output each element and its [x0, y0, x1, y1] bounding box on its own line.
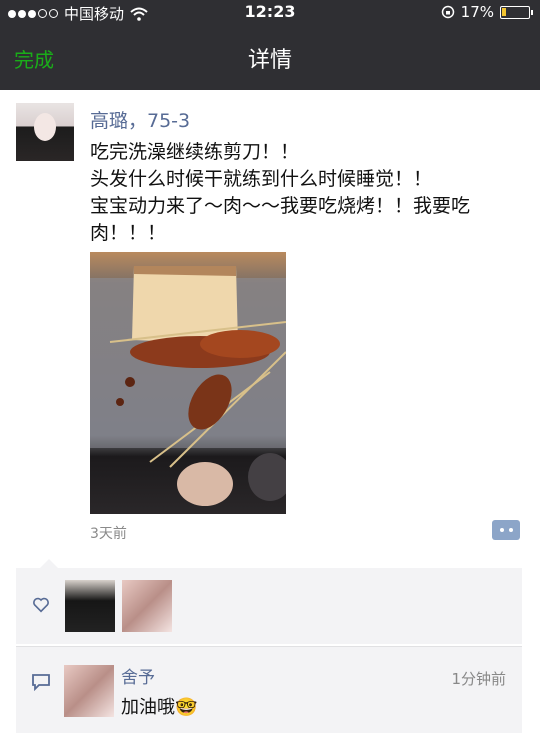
heart-icon: [33, 597, 49, 613]
post-time: 3天前: [90, 526, 127, 542]
battery-level: [502, 7, 506, 16]
status-bar: 中国移动 12:23 17%: [0, 0, 540, 24]
post-photo[interactable]: [90, 252, 286, 514]
post-text: 吃完洗澡继续练剪刀！！ 头发什么时候干就练到什么时候睡觉！！ 宝宝动力来了～肉～…: [90, 141, 471, 244]
battery-icon: [500, 5, 533, 19]
likes-section: [16, 559, 522, 644]
top-bar: 中国移动 12:23 17% 完成 详情: [0, 0, 540, 90]
comment-text: 加油哦🤓: [121, 697, 198, 718]
commenter-name[interactable]: 舍予: [121, 663, 155, 688]
like-avatar[interactable]: [65, 580, 115, 632]
page-title: 详情: [247, 48, 292, 73]
nav-bar: 完成 详情: [0, 24, 540, 90]
comment-icon: [32, 674, 50, 691]
rotation-lock-icon: [441, 5, 454, 19]
comments-section: 舍予 1分钟前 加油哦🤓: [16, 646, 522, 733]
comment-time: 1分钟前: [451, 670, 506, 688]
like-avatar[interactable]: [122, 580, 172, 632]
author-name[interactable]: 高璐，75-3: [90, 106, 190, 133]
battery-percent: 17%: [460, 3, 494, 21]
commenter-avatar[interactable]: [64, 665, 114, 717]
author-avatar[interactable]: [16, 103, 74, 161]
comment-action-button[interactable]: [492, 520, 520, 540]
